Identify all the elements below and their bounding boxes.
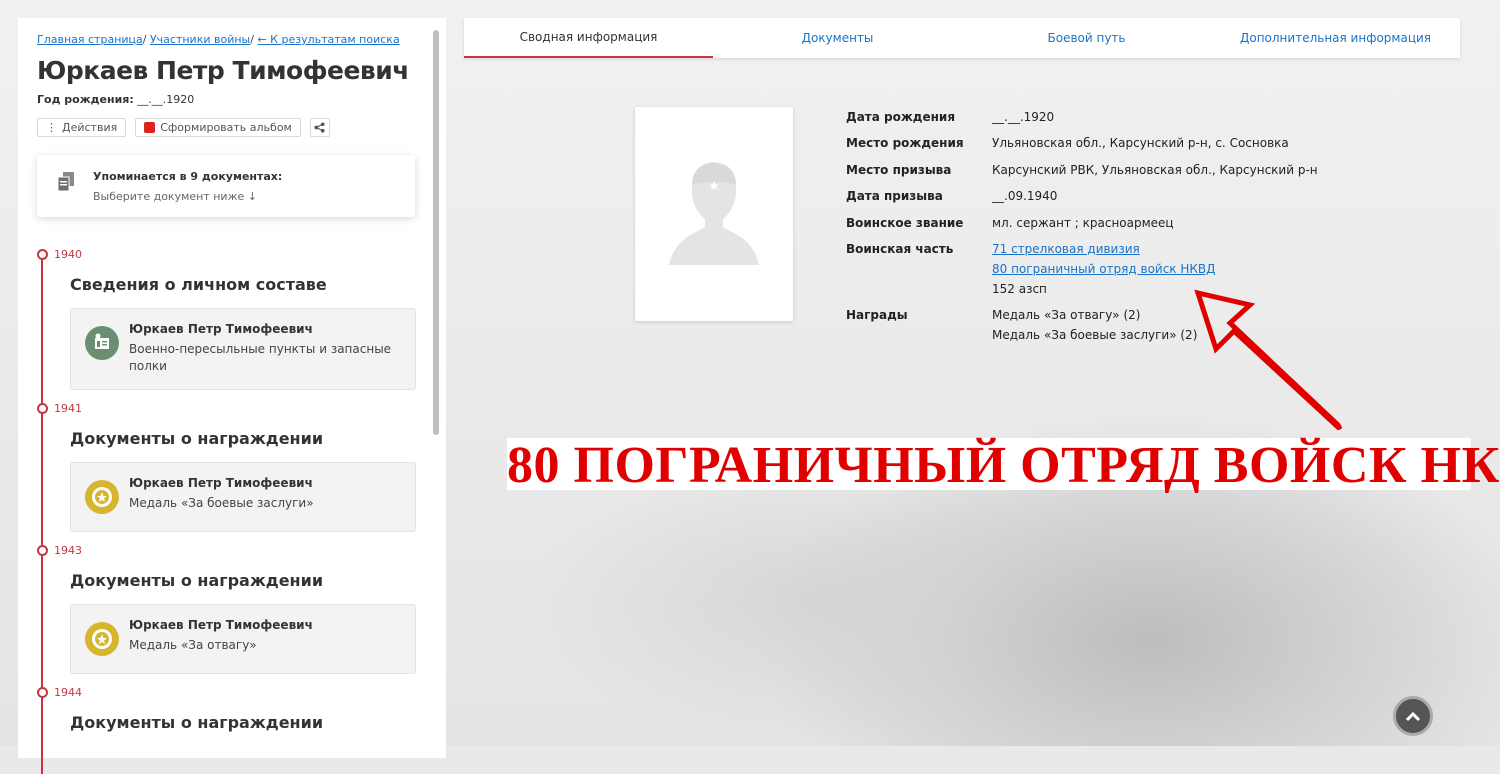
info-label: Место призыва [846,163,952,177]
medal-icon [85,480,119,514]
timeline-dot [37,687,48,698]
mentions-card[interactable]: Упоминается в 9 документах: Выберите док… [37,155,415,217]
actions-button-label: Действия [62,121,118,134]
timeline-year-label: 1944 [54,686,82,699]
tab-documents[interactable]: Документы [713,18,962,58]
document-card-name: Юркаев Петр Тимофеевич [129,476,313,490]
info-value: Ульяновская обл., Карсунский р-н, с. Сос… [992,136,1289,150]
info-value: __.09.1940 [992,189,1058,203]
create-album-button[interactable]: Сформировать альбом [135,118,301,137]
breadcrumb-participants-link[interactable]: Участники войны [150,33,250,46]
info-value: __.__.1920 [992,110,1055,124]
tab-summary[interactable]: Сводная информация [464,18,713,58]
soldier-photo-placeholder [635,107,793,321]
timeline-dot [37,249,48,260]
info-value: Карсунский РВК, Ульяновская обл., Карсун… [992,163,1318,177]
info-value-list: Медаль «За отвагу» (2) Медаль «За боевые… [992,308,1197,348]
scroll-to-top-button[interactable] [1393,696,1433,736]
info-label: Воинское звание [846,216,964,230]
document-card[interactable]: Юркаев Петр Тимофеевич Медаль «За боевые… [70,462,416,532]
timeline-dot [37,545,48,556]
back-to-results-link[interactable]: ← К результатам поиска [257,33,399,46]
mentions-subtitle: Выберите документ ниже ↓ [93,190,257,203]
documents-icon [57,172,74,192]
medal-icon [85,622,119,656]
mentions-title: Упоминается в 9 документах: [93,170,283,183]
info-label: Награды [846,308,908,322]
annotation-arrow-icon [1194,289,1343,430]
birth-year-label: Год рождения: [37,93,134,106]
unit-value-152: 152 азсп [992,282,1047,296]
info-label: Дата призыва [846,189,943,203]
timeline-section-title: Документы о награждении [70,571,324,590]
document-card-desc: Военно-пересыльные пункты и запасные пол… [129,342,392,373]
info-label: Воинская часть [846,242,954,256]
sidebar-scrollbar[interactable] [433,30,439,435]
document-card-desc: Медаль «За отвагу» [129,638,257,652]
info-value: мл. сержант ; красноармеец [992,216,1174,230]
breadcrumb-separator: / [142,33,150,46]
birth-year: Год рождения: __.__.1920 [37,93,194,106]
share-icon [314,122,325,133]
document-card[interactable]: Юркаев Петр Тимофеевич Медаль «За отвагу… [70,604,416,674]
timeline-year-label: 1941 [54,402,82,415]
award-item: Медаль «За отвагу» (2) [992,308,1141,322]
tab-additional-info[interactable]: Дополнительная информация [1211,18,1460,58]
timeline-year: 1941 [37,402,82,415]
info-label: Место рождения [846,136,964,150]
birth-year-value: __.__.1920 [133,93,195,106]
timeline-section-title: Документы о награждении [70,713,324,732]
action-bar: ⋮ Действия Сформировать альбом [37,118,330,137]
timeline-section-title: Документы о награждении [70,429,324,448]
award-item: Медаль «За боевые заслуги» (2) [992,328,1198,342]
create-album-label: Сформировать альбом [160,121,292,134]
album-icon [144,122,156,133]
document-card-name: Юркаев Петр Тимофеевич [129,322,313,336]
info-label: Дата рождения [846,110,956,124]
breadcrumb: Главная страница/ Участники войны/ ← К р… [37,33,400,46]
more-vertical-icon: ⋮ [46,121,57,134]
unit-link-80-border-detachment[interactable]: 80 пограничный отряд войск НКВД [992,262,1216,282]
soldier-silhouette-icon [669,162,759,265]
timeline-year-label: 1940 [54,248,82,261]
timeline-year-label: 1943 [54,544,82,557]
unit-link-71-rifle-division[interactable]: 71 стрелковая дивизия [992,242,1216,262]
chevron-up-icon [1405,711,1421,722]
tab-bar: Сводная информация Документы Боевой путь… [464,18,1460,58]
breadcrumb-home-link[interactable]: Главная страница [37,33,143,46]
annotation-overlay-text: 80 ПОГРАНИЧНЫЙ ОТРЯД ВОЙСК НКВД [507,437,1500,494]
document-card-desc: Медаль «За боевые заслуги» [129,496,314,510]
tab-combat-path[interactable]: Боевой путь [962,18,1211,58]
timeline-section-title: Сведения о личном составе [70,275,327,294]
actions-button[interactable]: ⋮ Действия [37,118,127,137]
person-sidebar: Главная страница/ Участники войны/ ← К р… [18,18,446,774]
personnel-icon [85,326,119,360]
info-value-list: 71 стрелковая дивизия 80 пограничный отр… [992,242,1216,302]
page-title: Юркаев Петр Тимофеевич [37,56,409,85]
timeline-dot [37,403,48,414]
timeline-year: 1940 [37,248,82,261]
timeline-year: 1943 [37,544,82,557]
document-card[interactable]: Юркаев Петр Тимофеевич Военно-пересыльны… [70,308,416,390]
timeline-year: 1944 [37,686,82,699]
document-card-name: Юркаев Петр Тимофеевич [129,618,313,632]
share-button[interactable] [309,118,330,137]
